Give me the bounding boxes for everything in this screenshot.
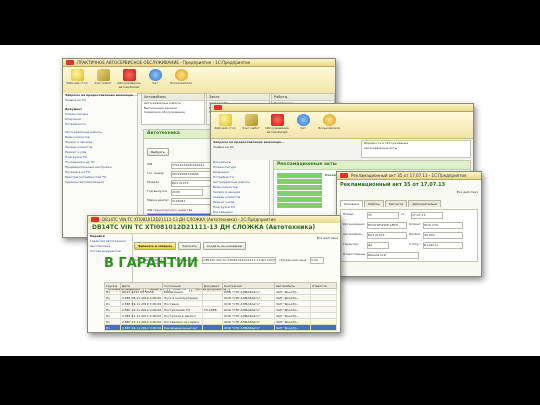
- tab-extra[interactable]: Дополнительно: [408, 200, 442, 207]
- users-icon: [174, 69, 188, 81]
- list-item[interactable]: [277, 197, 322, 202]
- desktop-icon: [70, 69, 84, 81]
- sidebar-item[interactable]: Заявка на ТО: [213, 145, 313, 150]
- works-icon: [96, 69, 110, 81]
- table-row-selected[interactable]: Нч 2.887 24.11.2012 0:00:00 Рекламационный…: [104, 324, 337, 331]
- responsible-field[interactable]: Иванов И.И.: [367, 252, 419, 259]
- toolbar-item-users[interactable]: Пользователи: [169, 69, 193, 86]
- list-item[interactable]: [277, 179, 322, 184]
- number-field[interactable]: 35: [367, 212, 399, 219]
- middle-window-toolbar: Рабочий стол Учет работ Обслуживание авт…: [211, 112, 473, 139]
- panel-link[interactable]: Автосервисные акты: [362, 146, 470, 151]
- tab-main[interactable]: Основное: [340, 200, 364, 207]
- list-item[interactable]: [277, 185, 322, 190]
- front-window: DB14TC VIN ТС XTI081012D21111-13 ДН СЛОЖ…: [87, 215, 341, 333]
- middle-window-titlebar: [211, 104, 473, 112]
- create-based-on-button[interactable]: Создать на основании: [202, 241, 247, 250]
- claims-list-title: Рекламационные акты: [274, 161, 470, 170]
- works-icon: [244, 114, 258, 126]
- chat-icon: [296, 114, 310, 126]
- chat-icon: [148, 69, 162, 81]
- mileage-field[interactable]: 48 000: [423, 232, 463, 239]
- year-field[interactable]: 2008: [171, 189, 203, 196]
- app-logo-icon: [91, 217, 99, 222]
- name-field[interactable]: DB14TC VIN ТС XTI081012D21111-13 ДН СЛОЖ…: [202, 257, 277, 264]
- car-service-icon: [122, 69, 136, 81]
- middle-right-panel: Видимость и обслуживание Автосервисные а…: [361, 140, 471, 158]
- toolbar-item-desktop[interactable]: Рабочий стол: [65, 69, 89, 86]
- back-window-titlebar: ПРАКТИЧНОЕ АВТОСЕРВИСНОЕ ОБСЛУЖИВАНИЕ - …: [63, 59, 335, 67]
- toolbar-item-works[interactable]: Учет работ: [239, 114, 263, 131]
- toolbar-item-car-service[interactable]: Обслуживание автомобилей: [265, 114, 289, 134]
- toolbar-item-chat[interactable]: Чат: [143, 69, 167, 86]
- engine-field[interactable]: 2106067: [171, 198, 213, 205]
- back-window-title: ПРАКТИЧНОЕ АВТОСЕРВИСНОЕ ОБСЛУЖИВАНИЕ - …: [77, 60, 251, 65]
- model-field[interactable]: ВАЗ 21074: [171, 180, 213, 187]
- toolbar-item-desktop[interactable]: Рабочий стол: [213, 114, 237, 131]
- desktop-icon: [218, 114, 232, 126]
- status-field[interactable]: В работе: [423, 242, 463, 249]
- app-logo-icon: [66, 60, 74, 65]
- claim-act-window: Рекламационный акт 35 от 17.07.13 - 1С:П…: [336, 171, 482, 277]
- sidebar-item[interactable]: Сервисы автоматизации: [63, 180, 137, 185]
- events-table: Группа Дата Состояние Документ Контраген…: [104, 282, 337, 331]
- warranty-banner: В ГАРАНТИИ: [104, 256, 198, 271]
- claim-act-titlebar: Рекламационный акт 35 от 17.07.13 - 1С:П…: [337, 172, 481, 180]
- all-actions-menu[interactable]: Все действия: [457, 190, 478, 195]
- app-logo-icon: [340, 173, 348, 178]
- list-item[interactable]: [277, 173, 322, 178]
- sidebar-item[interactable]: Состав документов: [88, 249, 132, 254]
- back-window-toolbar: Рабочий стол Учет работ Обслуживание авт…: [63, 67, 335, 94]
- save-button[interactable]: Записать: [178, 241, 201, 250]
- car-service-icon: [270, 114, 284, 126]
- list-item[interactable]: [277, 191, 322, 196]
- front-window-header: DB14TC VIN ТС XTI081012D21111-13 ДН СЛОЖ…: [88, 223, 340, 234]
- screenshot-collage: ПРАКТИЧНОЕ АВТОСЕРВИСНОЕ ОБСЛУЖИВАНИЕ - …: [0, 45, 540, 356]
- all-actions-menu[interactable]: Все действия: [317, 235, 338, 241]
- price-field[interactable]: 0,00: [310, 257, 325, 264]
- organization-field[interactable]: ПРАКТИЧНОЕ АВТО: [367, 222, 407, 229]
- users-icon: [322, 114, 336, 126]
- toolbar-item-works[interactable]: Учет работ: [91, 69, 115, 86]
- claims-list-rows: [277, 173, 322, 208]
- tab-parts[interactable]: Запчасти: [384, 200, 408, 207]
- claim-act-heading: Рекламационный акт 35 от 17.07.13: [340, 182, 446, 188]
- select-button[interactable]: Выбрать: [147, 147, 169, 156]
- panel-link[interactable]: Сервисное обслуживание: [142, 110, 204, 115]
- date-field[interactable]: 17.07.13: [411, 212, 443, 219]
- tab-works[interactable]: Работы: [364, 200, 384, 207]
- panel-automobile: Автомобиль Автосервисные работы Выполнен…: [141, 93, 205, 125]
- app-logo-icon: [214, 105, 222, 110]
- warranty-field[interactable]: Да: [367, 242, 389, 249]
- list-item[interactable]: [277, 203, 322, 208]
- vehicle-field[interactable]: ВАЗ 21074: [367, 232, 407, 239]
- client-field[interactable]: ООО СТО: [423, 222, 463, 229]
- save-close-button[interactable]: Записать и закрыть: [134, 241, 177, 250]
- toolbar-item-chat[interactable]: Чат: [291, 114, 315, 131]
- toolbar-item-users[interactable]: Пользователи: [317, 114, 341, 131]
- toolbar-item-car-service[interactable]: Обслуживание автомобилей: [117, 69, 141, 89]
